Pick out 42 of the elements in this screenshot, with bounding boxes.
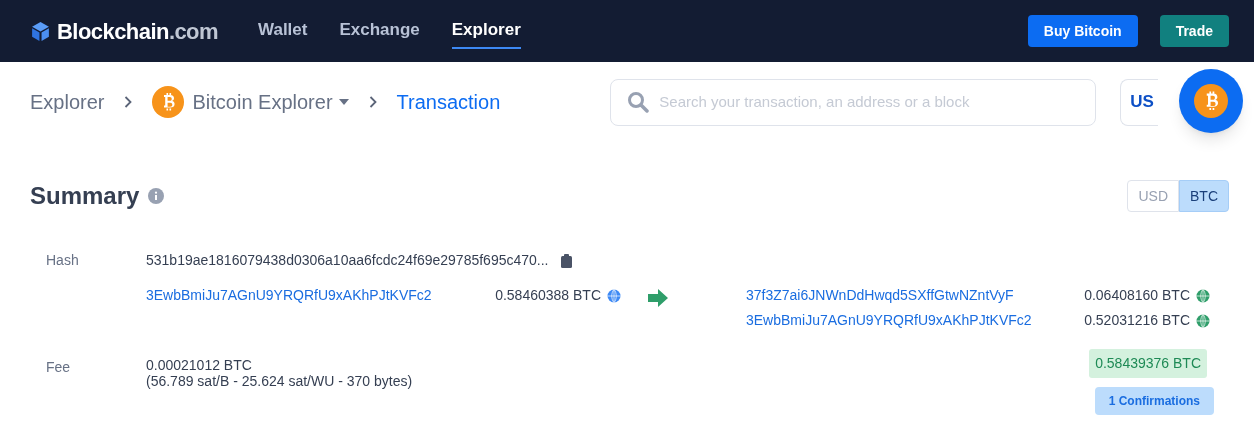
total-amount-badge: 0.58439376 BTC <box>1089 349 1207 378</box>
trade-button[interactable]: Trade <box>1159 15 1229 47</box>
search-field[interactable]: Search your transaction, an address or a block <box>610 78 1097 126</box>
output-amount: 0.52031216 BTC <box>1084 311 1190 330</box>
search-icon <box>627 91 650 113</box>
currency-toggle-tab[interactable]: USD <box>1127 180 1179 212</box>
bitcoin-icon <box>152 86 185 118</box>
globe-icon <box>1196 313 1210 328</box>
summary-heading: Summary <box>30 181 140 211</box>
currency-toggle-tab[interactable]: BTC <box>1179 180 1229 212</box>
hash-label: Hash <box>46 251 80 270</box>
info-icon <box>148 188 165 204</box>
bitcoin-icon <box>1194 84 1228 118</box>
floating-bitcoin-button[interactable] <box>1179 69 1243 133</box>
logo-text[interactable]: Blockchain.com <box>57 14 219 48</box>
confirmations-badge: 1 Confirmations <box>1094 387 1214 415</box>
fee-detail: (56.789 sat/B - 25.624 sat/WU - 370 bytes) <box>146 373 413 389</box>
output-address-link[interactable]: 3EwbBmiJu7AGnU9YRQRfU9xAKhPJtKVFc2 <box>746 310 1032 331</box>
fee-amount: 0.00021012 BTC <box>146 357 253 373</box>
cube-logo-icon <box>30 20 51 42</box>
nav-tab[interactable]: Explorer <box>451 13 521 49</box>
globe-icon <box>1196 288 1210 303</box>
clipboard-icon[interactable] <box>560 253 572 268</box>
input-amount: 0.58460388 BTC <box>495 286 601 305</box>
chevron-right-icon <box>124 96 133 108</box>
nav-tab[interactable]: Wallet <box>258 13 308 49</box>
globe-icon <box>607 288 621 303</box>
nav-tab[interactable]: Exchange <box>339 13 420 49</box>
input-address-link[interactable]: 3EwbBmiJu7AGnU9YRQRfU9xAKhPJtKVFc2 <box>146 285 432 306</box>
fee-label: Fee <box>46 358 72 377</box>
caret-down-icon <box>338 99 349 105</box>
breadcrumb-link[interactable]: Transaction <box>396 87 501 117</box>
breadcrumb-link[interactable]: Bitcoin Explorer <box>192 87 333 117</box>
hash-value: 531b19ae1816079438d0306a10aa6fcdc24f69e29785f695c470... <box>146 251 549 270</box>
breadcrumb-link[interactable]: Explorer <box>30 87 105 117</box>
chevron-right-icon <box>368 96 377 108</box>
buy-button[interactable]: Buy Bitcoin <box>1027 15 1138 47</box>
search-input[interactable]: Search your transaction, an address or a block <box>659 90 1080 114</box>
arrow-right-icon <box>648 289 668 307</box>
currency-button[interactable]: US <box>1120 78 1159 126</box>
output-amount: 0.06408160 BTC <box>1084 286 1190 305</box>
output-address-link[interactable]: 37f3Z7ai6JNWnDdHwqd5SXffGtwNZntVyF <box>746 285 1014 306</box>
